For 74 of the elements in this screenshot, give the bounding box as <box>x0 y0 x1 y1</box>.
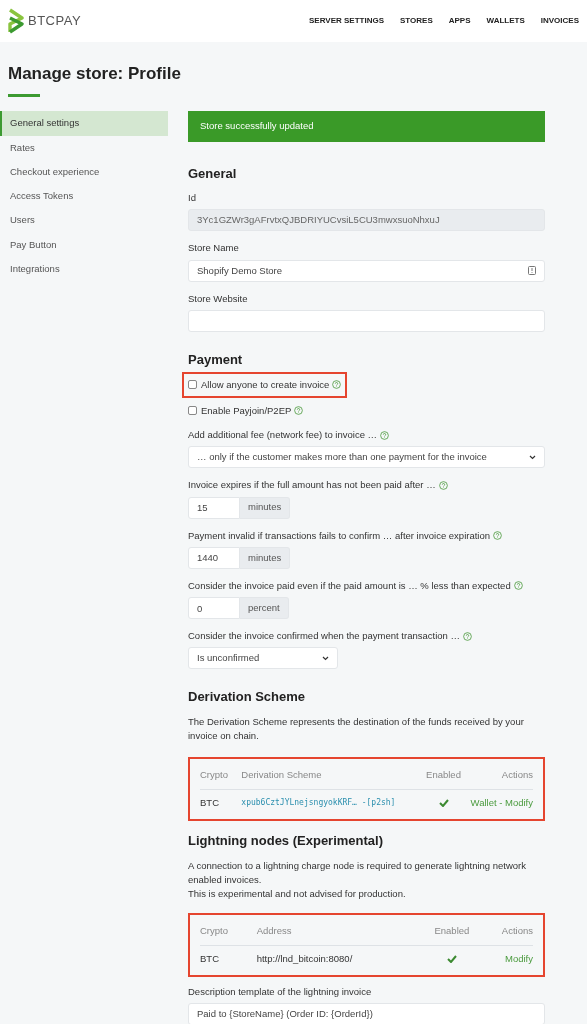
help-icon <box>332 380 342 390</box>
checkbox-label: Allow anyone to create invoice <box>201 377 330 392</box>
sidebar-item[interactable]: Access Tokens <box>0 184 168 209</box>
sidebar-item[interactable]: Pay Button <box>0 232 168 257</box>
section-description: A connection to a lightning charge node is required to generate lightning network enabled invoices. <box>188 858 527 887</box>
unit-addon: percent <box>240 597 289 620</box>
sidebar-item[interactable]: General settings <box>0 111 168 136</box>
nav-link[interactable]: STORES <box>400 15 433 27</box>
help-icon <box>493 531 503 541</box>
field-label: Store Name <box>188 241 240 256</box>
number-field[interactable]: 15 <box>188 496 240 519</box>
nav-link[interactable]: APPS <box>448 15 471 27</box>
column-header: Enabled <box>424 764 463 790</box>
text-field[interactable]: Paid to {StoreName} (Order ID: {OrderId}) <box>188 1003 545 1024</box>
separator: - <box>498 796 504 808</box>
page-title: Manage store: Profile <box>8 64 182 85</box>
logo-icon <box>8 8 24 34</box>
section-heading: Derivation Scheme <box>188 689 307 705</box>
unit-addon: minutes <box>240 546 291 569</box>
id-field: 3Yc1GZWr3gAFrvtxQJBDRIYUCvsiL5CU3mwxsuoNhxuJ <box>188 209 545 232</box>
select-field[interactable]: … only if the customer makes more than one payment for the invoice <box>188 446 545 469</box>
field-label: Id <box>188 191 197 206</box>
checkbox-label: Enable Payjoin/P2EP <box>201 403 292 418</box>
checkbox[interactable] <box>188 380 197 390</box>
key-icon[interactable] <box>528 266 536 276</box>
section-heading: Lightning nodes (Experimental) <box>188 832 384 849</box>
section-heading: Payment <box>188 352 244 368</box>
field-label: Invoice expires if the full amount has not been paid after … <box>188 478 436 493</box>
help-icon <box>513 581 523 591</box>
select-value: … only if the customer makes more than one payment for the invoice <box>197 450 487 465</box>
unit-addon: minutes <box>240 496 291 519</box>
nav-link[interactable]: WALLETS <box>486 15 525 27</box>
sidebar-item[interactable]: Integrations <box>0 256 168 282</box>
success-alert: Store successfully updated <box>188 111 545 142</box>
table-cell: http://lnd_bitcoin:8080/ <box>246 945 423 970</box>
sidebar-item[interactable]: Rates <box>0 135 168 160</box>
column-header: Crypto <box>200 764 232 790</box>
field-label: Consider the invoice paid even if the paid amount is … % less than expected <box>188 578 511 593</box>
xpub-link[interactable]: xpub6CztJYLnejsngyokKRF… -[p2sh] <box>231 789 424 814</box>
help-icon <box>462 631 472 641</box>
text-field[interactable] <box>188 310 545 332</box>
field-label: Store Website <box>188 291 249 306</box>
select-value: Is unconfirmed <box>197 651 260 666</box>
nav-link[interactable]: SERVER SETTINGS <box>309 15 384 27</box>
table-cell: BTC <box>200 945 247 970</box>
number-field[interactable]: 1440 <box>188 546 240 569</box>
field-label: Payment invalid if transactions fails to confirm … after invoice expiration <box>188 528 491 543</box>
field-value: Shopify Demo Store <box>197 263 282 278</box>
field-label: Description template of the lightning invoice <box>188 984 373 999</box>
section-description: The Derivation Scheme represents the destination of the funds received by your invoice on chain. <box>188 714 525 744</box>
field-label: Add additional fee (network fee) to invoice … <box>188 428 378 443</box>
column-header: Derivation Scheme <box>231 764 424 790</box>
brand-name: BTCPAY <box>28 12 82 31</box>
chevron-icon <box>529 454 536 460</box>
help-icon <box>380 430 390 440</box>
nav-link[interactable]: INVOICES <box>540 15 579 27</box>
text-field[interactable]: Shopify Demo Store <box>188 259 545 282</box>
help-icon <box>294 406 304 416</box>
section-description: This is experimental and not advised for production. <box>188 887 407 901</box>
number-field[interactable]: 0 <box>188 597 240 620</box>
section-heading: General <box>188 165 238 182</box>
column-header: Actions <box>463 764 533 790</box>
sidebar-item[interactable]: Checkout experience <box>0 159 168 185</box>
sidebar-item[interactable]: Users <box>0 208 168 233</box>
chevron-icon <box>322 655 329 661</box>
select-field[interactable]: Is unconfirmed <box>188 647 338 670</box>
column-header: Address <box>246 920 423 945</box>
help-icon <box>438 480 448 490</box>
table-cell: BTC <box>200 789 232 814</box>
column-header: Enabled <box>422 920 481 945</box>
checkbox[interactable] <box>188 406 197 416</box>
field-label: Consider the invoice confirmed when the payment transaction … <box>188 629 460 644</box>
column-header: Actions <box>481 920 533 945</box>
column-header: Crypto <box>200 920 247 945</box>
